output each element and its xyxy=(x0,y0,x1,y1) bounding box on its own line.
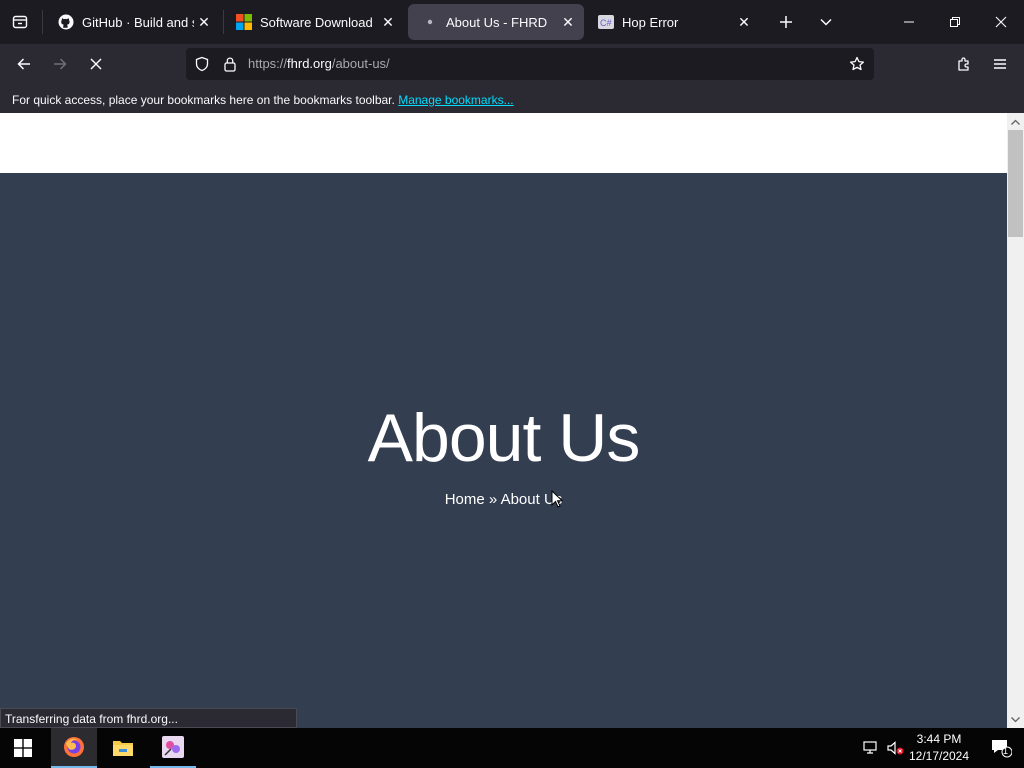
tab-title: About Us - FHRD xyxy=(446,14,548,30)
tab-github[interactable]: GitHub · Build and ship ✕ xyxy=(44,4,220,40)
close-tab-icon[interactable]: ✕ xyxy=(378,12,398,32)
hop-icon: C# xyxy=(598,14,614,30)
minimize-icon xyxy=(904,21,914,23)
close-tab-icon[interactable]: ✕ xyxy=(194,12,214,32)
page-hero-banner: About Us Home » About Us xyxy=(0,173,1007,728)
address-bar[interactable]: https://fhrd.org/about-us/ xyxy=(186,48,874,80)
close-window-button[interactable] xyxy=(978,0,1024,44)
notification-count: 1 xyxy=(1003,746,1009,756)
tab-title: GitHub · Build and ship xyxy=(82,14,194,30)
close-tab-icon[interactable]: ✕ xyxy=(558,12,578,32)
page-title: About Us xyxy=(367,400,641,476)
folder-icon xyxy=(113,741,133,756)
network-tray-icon[interactable] xyxy=(858,728,884,768)
site-header xyxy=(0,113,1007,173)
tab-title: Hop Error xyxy=(622,14,679,30)
star-icon xyxy=(849,56,865,71)
list-all-tabs-button[interactable] xyxy=(814,10,838,34)
puzzle-icon xyxy=(958,57,969,71)
tab-title: Software Download xyxy=(260,14,373,30)
paint-app-icon xyxy=(162,736,184,758)
start-button[interactable] xyxy=(0,728,46,768)
breadcrumb-separator: » xyxy=(488,491,498,508)
bookmarks-toolbar: For quick access, place your bookmarks h… xyxy=(0,84,1024,113)
tab-separator xyxy=(42,10,43,34)
firefox-view-button[interactable] xyxy=(8,10,32,34)
scrollbar-thumb[interactable] xyxy=(1008,130,1023,237)
stop-icon xyxy=(90,58,102,70)
page-viewport: About Us Home » About Us xyxy=(0,113,1007,728)
loading-dot-icon xyxy=(422,14,438,30)
close-tab-icon[interactable]: ✕ xyxy=(734,12,754,32)
forward-button[interactable] xyxy=(46,50,74,78)
navigation-toolbar: https://fhrd.org/about-us/ xyxy=(0,44,1024,84)
app-menu-button[interactable] xyxy=(988,52,1012,76)
page-scrollbar[interactable] xyxy=(1007,113,1024,728)
taskbar-firefox[interactable] xyxy=(51,728,97,768)
hamburger-icon xyxy=(994,59,1006,69)
microsoft-icon xyxy=(236,14,252,30)
tracking-protection-shield-icon[interactable] xyxy=(192,54,212,74)
breadcrumb: Home » About Us xyxy=(0,491,1007,508)
clock-time: 3:44 PM xyxy=(916,732,962,746)
url-path: /about-us/ xyxy=(331,56,390,71)
plus-icon xyxy=(780,16,792,28)
taskbar-paint-app[interactable] xyxy=(150,728,196,768)
scroll-up-arrow-icon[interactable] xyxy=(1007,113,1024,130)
mouse-cursor-icon xyxy=(551,489,564,513)
windows-taskbar: 3:44 PM 12/17/2024 1 xyxy=(0,728,1024,768)
url-scheme: https:// xyxy=(248,56,288,71)
tab-software-download[interactable]: Software Download ✕ xyxy=(222,4,404,40)
action-center-button[interactable]: 1 xyxy=(978,728,1024,768)
restore-button[interactable] xyxy=(932,0,978,44)
arrow-right-icon xyxy=(54,58,67,70)
github-icon xyxy=(58,14,74,30)
firefox-icon xyxy=(64,737,84,757)
lock-icon[interactable] xyxy=(220,54,240,74)
firefox-view-icon xyxy=(12,15,28,29)
clock-date: 12/17/2024 xyxy=(908,749,970,763)
stop-loading-button[interactable] xyxy=(82,50,110,78)
tab-about-us[interactable]: About Us - FHRD ✕ xyxy=(408,4,584,40)
bookmarks-message: For quick access, place your bookmarks h… xyxy=(12,93,395,107)
breadcrumb-home-link[interactable]: Home xyxy=(445,491,485,508)
minimize-button[interactable] xyxy=(886,0,932,44)
taskbar-clock[interactable]: 3:44 PM 12/17/2024 xyxy=(904,731,974,765)
notification-icon xyxy=(992,740,1012,758)
chevron-down-icon xyxy=(820,18,832,26)
back-button[interactable] xyxy=(10,50,38,78)
scroll-down-arrow-icon[interactable] xyxy=(1007,711,1024,728)
url-text[interactable]: https://fhrd.org/about-us/ xyxy=(248,56,390,71)
windows-logo-icon xyxy=(14,739,32,757)
status-panel: Transferring data from fhrd.org... xyxy=(0,708,297,728)
tab-bar: GitHub · Build and ship ✕ Software Downl… xyxy=(0,0,1024,44)
restore-icon xyxy=(950,17,960,27)
taskbar-file-explorer[interactable] xyxy=(100,728,146,768)
tab-hop-error[interactable]: C# Hop Error ✕ xyxy=(584,4,760,40)
extensions-button[interactable] xyxy=(952,52,976,76)
new-tab-button[interactable] xyxy=(774,10,798,34)
url-domain: fhrd.org xyxy=(287,56,332,71)
arrow-left-icon xyxy=(17,58,30,70)
close-icon xyxy=(995,16,1007,28)
manage-bookmarks-link[interactable]: Manage bookmarks... xyxy=(398,93,513,107)
bookmark-star-button[interactable] xyxy=(846,54,868,74)
svg-text:C#: C# xyxy=(600,18,612,28)
